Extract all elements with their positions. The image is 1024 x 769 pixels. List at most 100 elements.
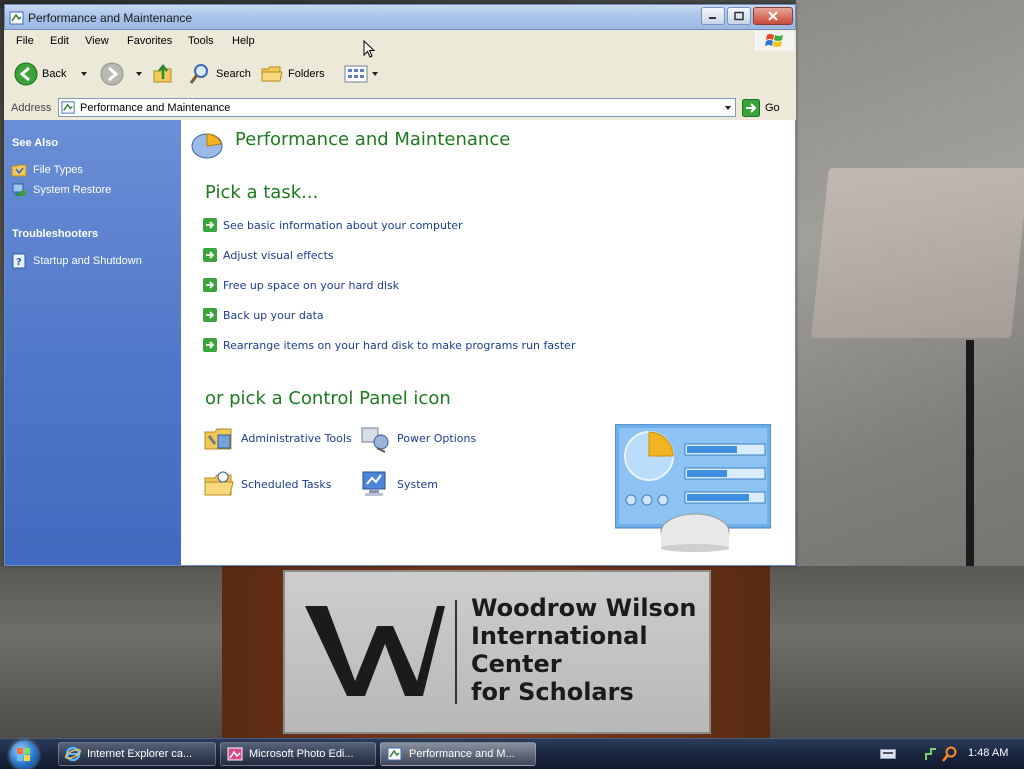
task-link[interactable]: Rearrange items on your hard disk to mak… (203, 338, 575, 352)
svg-text:?: ? (16, 257, 22, 268)
address-dropdown-button[interactable] (720, 99, 735, 116)
plaque-line: Woodrow Wilson (471, 594, 697, 622)
cp-icon-power-options[interactable]: Power Options (359, 422, 476, 454)
minimize-icon (709, 17, 716, 19)
green-arrow-icon (203, 218, 217, 232)
task-sidebar: See Also File Types System Restore Troub… (5, 120, 181, 565)
menu-bar: File Edit View Favorites Tools Help (4, 30, 796, 53)
sidebar-item-file-types[interactable]: File Types (11, 162, 83, 178)
pick-icon-heading: or pick a Control Panel icon (205, 388, 451, 409)
see-also-heading: See Also (12, 137, 59, 149)
system-restore-icon (12, 183, 26, 196)
maximize-icon (734, 11, 744, 21)
cp-icon-label: Power Options (397, 431, 477, 445)
sidebar-item-label: System Restore (33, 184, 112, 196)
chevron-down-icon (372, 72, 378, 76)
sidebar-item-label: Startup and Shutdown (33, 255, 142, 267)
plaque-line: International (471, 622, 648, 650)
cp-icon-label: Administrative Tools (241, 431, 352, 445)
go-label: Go (765, 102, 780, 114)
sidebar-item-startup-shutdown[interactable]: ? Startup and Shutdown (11, 253, 142, 269)
pick-task-heading: Pick a task... (205, 182, 319, 203)
views-grid-icon (344, 65, 368, 83)
title-bar[interactable]: Performance and Maintenance (4, 4, 796, 30)
go-button[interactable]: Go (742, 99, 780, 117)
plaque-line: for Scholars (471, 678, 634, 706)
forward-button[interactable] (100, 61, 124, 87)
search-icon[interactable] (942, 746, 958, 762)
file-types-icon (11, 164, 27, 177)
taskbar-button-performance[interactable]: Performance and M... (380, 742, 536, 766)
back-button[interactable]: Back (14, 61, 66, 87)
cp-icon-scheduled-tasks[interactable]: Scheduled Tasks (203, 468, 332, 500)
performance-illustration (615, 424, 771, 552)
page-title: Performance and Maintenance (235, 129, 511, 150)
cp-icon-system[interactable]: System (359, 468, 438, 500)
task-label: Back up your data (223, 308, 324, 322)
troubleshooters-heading: Troubleshooters (12, 228, 99, 240)
windows-flag-logo (755, 31, 794, 51)
plaque-divider (455, 600, 457, 704)
standard-toolbar: Back Search Folders (4, 52, 796, 97)
taskbar-button-internet-explorer[interactable]: Internet Explorer ca... (58, 742, 216, 766)
network-icon[interactable] (924, 746, 938, 762)
content-area: See Also File Types System Restore Troub… (4, 120, 796, 566)
cp-icon-label: Scheduled Tasks (241, 477, 332, 491)
start-button[interactable] (10, 741, 38, 769)
up-folder-button[interactable] (152, 61, 174, 87)
taskbar-clock[interactable]: 1:48 AM (968, 747, 1008, 759)
forward-history-dropdown[interactable] (136, 61, 142, 87)
plaque-text: Woodrow Wilson International Center for … (471, 594, 696, 706)
task-label: Free up space on your hard disk (223, 278, 400, 292)
task-link[interactable]: Free up space on your hard disk (203, 278, 399, 292)
menu-edit[interactable]: Edit (50, 35, 69, 47)
internet-explorer-icon (65, 746, 81, 762)
folders-icon (261, 66, 283, 82)
taskbar-button-label: Performance and M... (409, 748, 515, 760)
explorer-window: Performance and Maintenance File Edit Vi… (4, 4, 796, 566)
task-link[interactable]: Adjust visual effects (203, 248, 334, 262)
back-history-dropdown[interactable] (81, 61, 87, 87)
taskbar-button-photo-editor[interactable]: Microsoft Photo Edi... (220, 742, 376, 766)
podium-plaque: Woodrow Wilson International Center for … (283, 570, 711, 734)
control-panel-icon (61, 101, 75, 114)
menu-help[interactable]: Help (232, 35, 255, 47)
keyboard-icon[interactable] (880, 749, 896, 759)
address-field[interactable]: Performance and Maintenance (58, 98, 736, 117)
taskbar-button-label: Microsoft Photo Edi... (249, 748, 354, 760)
task-link[interactable]: See basic information about your compute… (203, 218, 463, 232)
search-button[interactable]: Search (188, 61, 251, 87)
close-icon (768, 11, 778, 21)
sidebar-item-label: File Types (33, 164, 83, 176)
sidebar-item-system-restore[interactable]: System Restore (11, 182, 111, 198)
window-title: Performance and Maintenance (28, 11, 193, 25)
maximize-button[interactable] (727, 7, 751, 25)
search-icon (189, 64, 208, 84)
green-arrow-icon (203, 248, 217, 262)
green-arrow-icon (203, 338, 217, 352)
control-panel-icon (9, 11, 24, 25)
address-value: Performance and Maintenance (80, 102, 231, 114)
menu-view[interactable]: View (85, 35, 109, 47)
help-question-icon: ? (12, 253, 26, 269)
system-icon (362, 471, 386, 496)
windows-flag-icon (765, 34, 783, 47)
chevron-down-icon (724, 105, 731, 110)
teleprompter-glass (811, 168, 1024, 338)
cp-icon-label: System (397, 477, 439, 491)
administrative-tools-icon (204, 428, 232, 450)
task-label: See basic information about your compute… (223, 218, 463, 232)
chevron-down-icon (81, 72, 87, 76)
up-folder-icon (153, 63, 172, 83)
cp-icon-administrative-tools[interactable]: Administrative Tools (203, 422, 352, 454)
address-bar: Address Performance and Maintenance Go (4, 96, 796, 121)
menu-favorites[interactable]: Favorites (127, 35, 172, 47)
close-button[interactable] (753, 7, 793, 25)
go-arrow-icon (742, 99, 760, 117)
minimize-button[interactable] (701, 7, 725, 25)
task-link[interactable]: Back up your data (203, 308, 324, 322)
menu-tools[interactable]: Tools (188, 35, 214, 47)
views-button[interactable] (344, 61, 378, 87)
folders-button[interactable]: Folders (260, 61, 325, 87)
menu-file[interactable]: File (16, 35, 34, 47)
